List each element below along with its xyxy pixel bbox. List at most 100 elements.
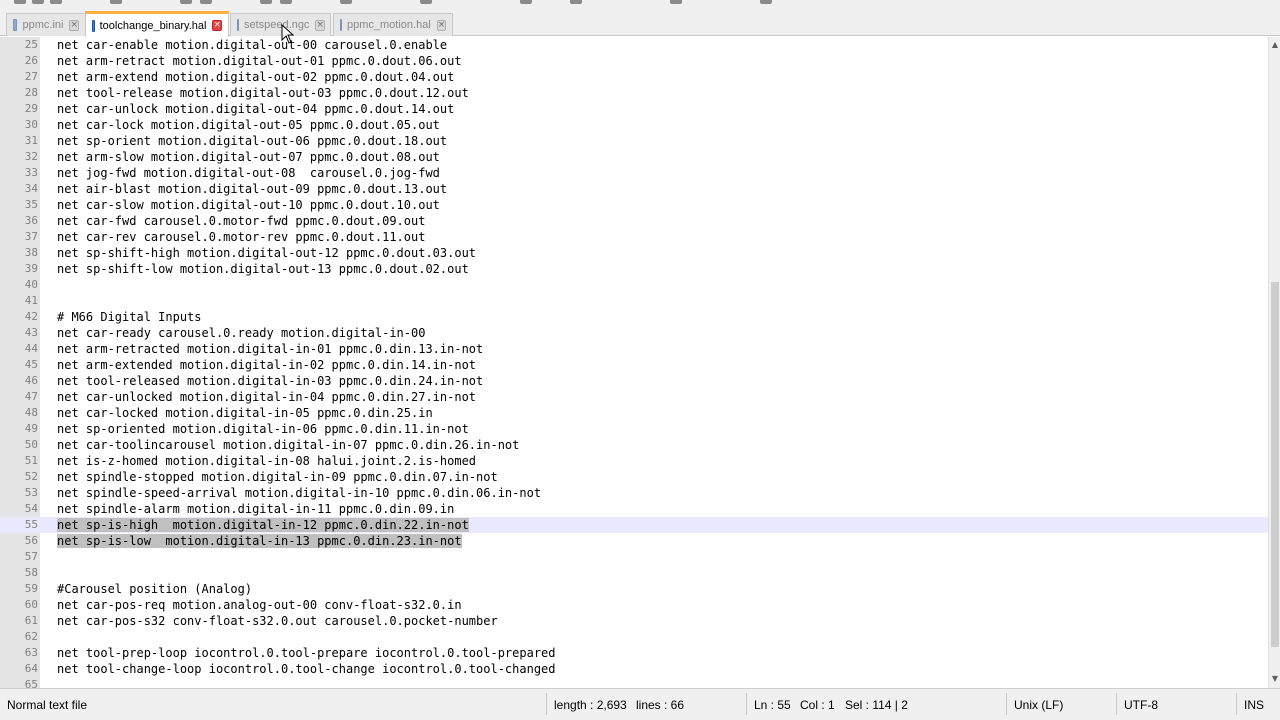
code-line[interactable]: 54 net spindle-alarm motion.digital-in-11… xyxy=(0,501,1268,517)
code-text[interactable]: net car-locked motion.digital-in-05 ppmc… xyxy=(57,406,433,420)
code-line[interactable]: 26 net arm-retract motion.digital-out-01 … xyxy=(0,53,1268,69)
save-macro-icon[interactable] xyxy=(760,0,772,4)
zoom-in-icon[interactable] xyxy=(420,0,432,4)
line-text[interactable]: net sp-is-high motion.digital-in-12 ppmc… xyxy=(57,517,469,533)
text-editor[interactable]: 25 net car-enable motion.digital-out-00 c… xyxy=(0,37,1268,688)
close-file-icon[interactable] xyxy=(110,0,122,4)
line-text[interactable]: net tool-release motion.digital-out-03 p… xyxy=(57,85,469,101)
code-text[interactable]: net arm-extend motion.digital-out-02 ppm… xyxy=(57,70,454,84)
code-text[interactable]: net car-slow motion.digital-out-10 ppmc.… xyxy=(57,198,440,212)
code-line[interactable]: 28 net tool-release motion.digital-out-03… xyxy=(0,85,1268,101)
code-line[interactable]: 30 net car-lock motion.digital-out-05 ppm… xyxy=(0,117,1268,133)
code-line[interactable]: 43 net car-ready carousel.0.ready motion.… xyxy=(0,325,1268,341)
code-text[interactable]: net arm-extended motion.digital-in-02 pp… xyxy=(57,358,476,372)
code-line[interactable]: 57 xyxy=(0,549,1268,565)
scrollbar-thumb[interactable] xyxy=(1271,282,1279,647)
code-line[interactable]: 29 net car-unlock motion.digital-out-04 p… xyxy=(0,101,1268,117)
code-line[interactable]: 48 net car-locked motion.digital-in-05 pp… xyxy=(0,405,1268,421)
line-text[interactable]: net tool-prep-loop iocontrol.0.tool-prep… xyxy=(57,645,556,661)
code-text[interactable]: net car-lock motion.digital-out-05 ppmc.… xyxy=(57,118,440,132)
code-line[interactable]: 41 xyxy=(0,293,1268,309)
code-line[interactable]: 52 net spindle-stopped motion.digital-in-… xyxy=(0,469,1268,485)
line-text[interactable]: # M66 Digital Inputs xyxy=(57,309,202,325)
line-text[interactable]: net car-lock motion.digital-out-05 ppmc.… xyxy=(57,117,440,133)
line-text[interactable]: net is-z-homed motion.digital-in-08 halu… xyxy=(57,453,476,469)
code-line[interactable]: 64 net tool-change-loop iocontrol.0.tool-… xyxy=(0,661,1268,677)
line-text[interactable]: net arm-slow motion.digital-out-07 ppmc.… xyxy=(57,149,440,165)
code-line[interactable]: 51 net is-z-homed motion.digital-in-08 ha… xyxy=(0,453,1268,469)
new-file-icon[interactable] xyxy=(14,0,26,4)
code-text[interactable]: net tool-change-loop iocontrol.0.tool-ch… xyxy=(57,662,556,676)
code-line[interactable]: 27 net arm-extend motion.digital-out-02 p… xyxy=(0,69,1268,85)
line-text[interactable]: net sp-is-low motion.digital-in-13 ppmc.… xyxy=(57,533,462,549)
code-line[interactable]: 58 xyxy=(0,565,1268,581)
line-text[interactable]: net car-pos-s32 conv-float-s32.0.out car… xyxy=(57,613,498,629)
tab-ppmc-ini[interactable]: ppmc.ini × xyxy=(6,13,86,36)
code-text[interactable]: net sp-oriented motion.digital-in-06 ppm… xyxy=(57,422,469,436)
code-text[interactable]: net car-fwd carousel.0.motor-fwd ppmc.0.… xyxy=(57,214,425,228)
save-icon[interactable] xyxy=(50,0,62,4)
code-text[interactable]: net car-pos-req motion.analog-out-00 con… xyxy=(57,598,462,612)
open-file-icon[interactable] xyxy=(32,0,44,4)
code-line[interactable]: 45 net arm-extended motion.digital-in-02 … xyxy=(0,357,1268,373)
code-line[interactable]: 49 net sp-oriented motion.digital-in-06 p… xyxy=(0,421,1268,437)
code-text[interactable]: net spindle-alarm motion.digital-in-11 p… xyxy=(57,502,454,516)
code-line[interactable]: 36 net car-fwd carousel.0.motor-fwd ppmc.… xyxy=(0,213,1268,229)
line-text[interactable]: net car-fwd carousel.0.motor-fwd ppmc.0.… xyxy=(57,213,425,229)
code-text[interactable]: net sp-shift-high motion.digital-out-12 … xyxy=(57,246,476,260)
line-text[interactable]: net sp-orient motion.digital-out-06 ppmc… xyxy=(57,133,447,149)
wrap-icon[interactable] xyxy=(520,0,532,4)
code-text[interactable]: #Carousel position (Analog) xyxy=(57,582,252,596)
code-text[interactable]: # M66 Digital Inputs xyxy=(57,310,202,324)
code-text[interactable]: net arm-slow motion.digital-out-07 ppmc.… xyxy=(57,150,440,164)
code-line[interactable]: 37 net car-rev carousel.0.motor-rev ppmc.… xyxy=(0,229,1268,245)
undo-icon[interactable] xyxy=(260,0,272,4)
code-line[interactable]: 63 net tool-prep-loop iocontrol.0.tool-pr… xyxy=(0,645,1268,661)
code-line[interactable]: 40 xyxy=(0,277,1268,293)
code-line[interactable]: 38 net sp-shift-high motion.digital-out-1… xyxy=(0,245,1268,261)
line-text[interactable]: net sp-shift-low motion.digital-out-13 p… xyxy=(57,261,469,277)
code-line[interactable]: 61 net car-pos-s32 conv-float-s32.0.out c… xyxy=(0,613,1268,629)
line-text[interactable]: net car-ready carousel.0.ready motion.di… xyxy=(57,325,425,341)
selected-text[interactable]: net sp-is-high motion.digital-in-12 ppmc… xyxy=(57,518,469,532)
code-text[interactable]: net arm-retract motion.digital-out-01 pp… xyxy=(57,54,462,68)
code-line[interactable]: 62 xyxy=(0,629,1268,645)
selected-text[interactable]: net sp-is-low motion.digital-in-13 ppmc.… xyxy=(57,534,462,548)
line-text[interactable]: net air-blast motion.digital-out-09 ppmc… xyxy=(57,181,447,197)
close-icon[interactable]: × xyxy=(212,20,222,31)
line-text[interactable]: net car-unlocked motion.digital-in-04 pp… xyxy=(57,389,476,405)
arrow-up-icon[interactable]: ▲ xyxy=(1269,39,1280,51)
code-line[interactable]: 46 net tool-released motion.digital-in-03… xyxy=(0,373,1268,389)
code-line[interactable]: 59 #Carousel position (Analog) xyxy=(0,581,1268,597)
line-text[interactable]: net car-slow motion.digital-out-10 ppmc.… xyxy=(57,197,440,213)
line-text[interactable]: net arm-retracted motion.digital-in-01 p… xyxy=(57,341,483,357)
line-text[interactable]: net sp-shift-high motion.digital-out-12 … xyxy=(57,245,476,261)
line-text[interactable]: net car-pos-req motion.analog-out-00 con… xyxy=(57,597,462,613)
code-line[interactable]: 44 net arm-retracted motion.digital-in-01… xyxy=(0,341,1268,357)
line-text[interactable]: net arm-retract motion.digital-out-01 pp… xyxy=(57,53,462,69)
code-text[interactable]: net car-pos-s32 conv-float-s32.0.out car… xyxy=(57,614,498,628)
close-icon[interactable]: × xyxy=(436,19,447,31)
line-text[interactable]: net car-enable motion.digital-out-00 car… xyxy=(57,37,447,53)
line-text[interactable]: net jog-fwd motion.digital-out-08 carous… xyxy=(57,165,440,181)
line-text[interactable]: net spindle-stopped motion.digital-in-09… xyxy=(57,469,498,485)
find-icon[interactable] xyxy=(340,0,352,4)
code-text[interactable]: net car-enable motion.digital-out-00 car… xyxy=(57,38,447,52)
code-line[interactable]: 47 net car-unlocked motion.digital-in-04 … xyxy=(0,389,1268,405)
insert-mode-label[interactable]: INS xyxy=(1244,698,1264,712)
macro-record-icon[interactable] xyxy=(570,0,582,4)
code-text[interactable]: net jog-fwd motion.digital-out-08 carous… xyxy=(57,166,440,180)
line-text[interactable]: net car-unlock motion.digital-out-04 ppm… xyxy=(57,101,454,117)
line-text[interactable]: net spindle-alarm motion.digital-in-11 p… xyxy=(57,501,454,517)
encoding-label[interactable]: UTF-8 xyxy=(1124,698,1158,712)
copy-icon[interactable] xyxy=(200,0,212,4)
code-line[interactable]: 50 net car-toolincarousel motion.digital-… xyxy=(0,437,1268,453)
line-text[interactable]: net arm-extended motion.digital-in-02 pp… xyxy=(57,357,476,373)
arrow-down-icon[interactable]: ▼ xyxy=(1269,673,1280,685)
code-text[interactable]: net car-unlocked motion.digital-in-04 pp… xyxy=(57,390,476,404)
code-text[interactable]: net car-rev carousel.0.motor-rev ppmc.0.… xyxy=(57,230,425,244)
line-text[interactable]: net car-toolincarousel motion.digital-in… xyxy=(57,437,519,453)
code-line[interactable]: 31 net sp-orient motion.digital-out-06 pp… xyxy=(0,133,1268,149)
code-text[interactable]: net car-ready carousel.0.ready motion.di… xyxy=(57,326,425,340)
line-text[interactable]: net sp-oriented motion.digital-in-06 ppm… xyxy=(57,421,469,437)
